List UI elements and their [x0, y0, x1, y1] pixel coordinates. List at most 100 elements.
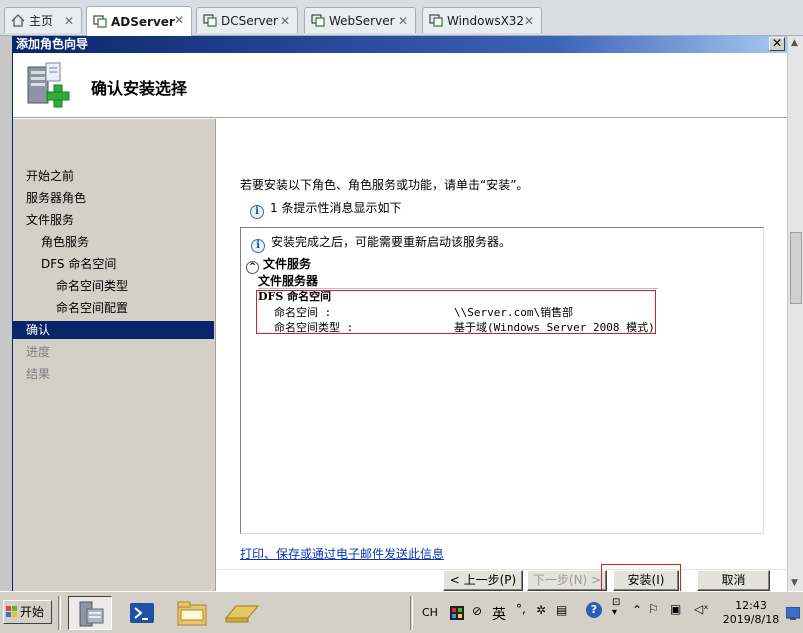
settings-icon[interactable]: ✲	[536, 603, 546, 617]
detail-row-namespace: 命名空间 : \\Server.com\销售部	[274, 304, 573, 320]
vm-icon	[429, 14, 443, 27]
detail-row-namespace-type: 命名空间类型 : 基于域(Windows Server 2008 模式)	[274, 319, 655, 335]
powershell-icon	[130, 603, 154, 623]
language-indicator[interactable]: CH	[422, 606, 438, 619]
wizard-nav: 开始之前 服务器角色 文件服务 角色服务 DFS 命名空间 命名空间类型 命名空…	[13, 119, 216, 591]
windows-logo-icon	[6, 606, 17, 617]
vm-tab-label: 主页	[29, 14, 54, 28]
show-hidden-icons-icon[interactable]: ⌃	[632, 603, 642, 617]
taskbar-app-powershell[interactable]	[120, 596, 164, 630]
info-icon: i	[251, 239, 265, 253]
wizard-button-bar: < 上一步(P) 下一步(N) > 安装(I) 取消	[217, 564, 788, 593]
restart-notice: i 安装完成之后，可能需要重新启动该服务器。	[251, 233, 511, 253]
vm-tab-label: DCServer	[221, 13, 278, 28]
close-icon[interactable]: ✕	[524, 14, 534, 28]
nav-item-server-roles[interactable]: 服务器角色	[13, 189, 214, 207]
clock-time: 12:43	[735, 599, 767, 612]
collapse-icon[interactable]: ^	[246, 261, 259, 274]
close-icon[interactable]: ✕	[280, 14, 290, 28]
vm-tab-label: WebServer	[329, 13, 395, 28]
nav-item-dfs-namespace[interactable]: DFS 命名空间	[13, 255, 214, 273]
tray-options-icon[interactable]: ⊡ ▾	[612, 598, 620, 618]
punctuation-icon[interactable]: °,	[516, 602, 526, 616]
cancel-button[interactable]: 取消	[697, 570, 770, 591]
taskbar-app-folder[interactable]	[220, 596, 264, 630]
role-header: 文件服务器	[258, 275, 658, 289]
vm-tab-dcserver[interactable]: DCServer ✕	[196, 7, 298, 33]
system-tray: CH ⊘ 英 °, ✲ ▤ ? ⊡ ▾ ⌃ ⚐ ▣ ◁ˣ 12:43 2019/8…	[414, 596, 803, 630]
keyboard-icon[interactable]: ▤	[556, 603, 567, 617]
intro-text: 若要安装以下角色、角色服务或功能，请单击“安装”。	[240, 178, 529, 192]
detail-key: 命名空间类型 :	[274, 321, 354, 334]
close-icon[interactable]: ✕	[64, 14, 74, 28]
print-save-email-link[interactable]: 打印、保存或通过电子邮件发送此信息	[240, 545, 444, 562]
action-center-flag-icon[interactable]: ⚐	[648, 602, 659, 616]
taskbar-divider	[58, 596, 61, 630]
block-icon[interactable]: ⊘	[472, 604, 482, 618]
start-label: 开始	[20, 605, 45, 619]
vm-tab-label: ADServer	[111, 14, 175, 29]
next-button: 下一步(N) >	[527, 570, 607, 591]
nav-item-role-services[interactable]: 角色服务	[13, 233, 214, 251]
window-titlebar[interactable]: 添加角色向导 ✕	[13, 36, 787, 53]
scroll-up-icon[interactable]: ▲	[791, 38, 798, 48]
taskbar-divider	[410, 596, 413, 630]
confirmation-details-panel[interactable]: i 安装完成之后，可能需要重新启动该服务器。 ^ 文件服务 文件服务器 DFS 命名…	[240, 227, 764, 534]
service-title: DFS 命名空间	[258, 290, 332, 303]
nav-item-progress: 进度	[26, 345, 51, 359]
show-desktop-icon[interactable]	[786, 607, 800, 621]
vm-tab-label: WindowsX32	[447, 13, 525, 28]
vm-icon	[203, 14, 217, 27]
section-file-services[interactable]: ^ 文件服务	[246, 255, 311, 274]
add-roles-wizard: 添加角色向导 ✕ 确认安装选择 开始之前 服务器角色 文件服务 角色服务 DFS…	[12, 36, 788, 593]
nav-item-file-services[interactable]: 文件服务	[13, 211, 214, 229]
vm-tab-adserver[interactable]: ADServer ✕	[86, 6, 192, 36]
clock-date: 2019/8/18	[722, 613, 780, 626]
vm-tab-home[interactable]: 主页 ✕	[4, 7, 82, 33]
server-manager-icon	[79, 601, 104, 627]
taskbar-app-server-manager[interactable]	[68, 596, 112, 630]
close-icon[interactable]: ✕	[398, 14, 408, 28]
folder-icon	[224, 605, 260, 623]
vm-tab-webserver[interactable]: WebServer ✕	[304, 7, 416, 33]
scroll-down-icon[interactable]: ▼	[791, 578, 798, 588]
section-title: 文件服务	[263, 257, 312, 271]
page-title: 确认安装选择	[91, 79, 188, 98]
detail-value: 基于域(Windows Server 2008 模式)	[454, 321, 655, 334]
scroll-thumb[interactable]	[790, 232, 802, 304]
ime-mode-text[interactable]: 英	[492, 604, 506, 624]
nav-item-before-you-begin[interactable]: 开始之前	[13, 167, 214, 185]
close-icon[interactable]: ✕	[174, 13, 184, 27]
help-icon[interactable]: ?	[586, 602, 602, 618]
nav-item-results: 结果	[26, 367, 51, 381]
nav-item-namespace-config[interactable]: 命名空间配置	[13, 299, 214, 317]
window-close-button[interactable]: ✕	[769, 37, 785, 51]
start-button[interactable]: 开始	[3, 600, 52, 624]
window-title: 添加角色向导	[16, 37, 89, 51]
info-summary: i 1 条提示性消息显示如下	[250, 199, 401, 219]
taskbar: 开始 CH ⊘ 英 °, ✲ ▤ ? ⊡ ▾ ⌃ ⚐ ▣ ◁ˣ 12:43 20…	[0, 591, 803, 633]
taskbar-app-explorer[interactable]	[170, 596, 214, 630]
clock[interactable]: 12:43 2019/8/18	[721, 599, 781, 627]
volume-muted-icon[interactable]: ◁ˣ	[694, 602, 709, 616]
wizard-content: 若要安装以下角色、角色服务或功能，请单击“安装”。 i1 条提示性消息显示如下 …	[217, 119, 788, 593]
previous-button[interactable]: < 上一步(P)	[443, 570, 523, 591]
home-icon	[11, 14, 25, 27]
explorer-icon	[177, 601, 207, 626]
ime-icon[interactable]	[450, 606, 464, 620]
vm-tab-windowsx32[interactable]: WindowsX32 ✕	[422, 7, 542, 33]
desktop-edge	[0, 36, 12, 591]
detail-key: 命名空间 :	[274, 306, 332, 319]
restart-notice-text: 安装完成之后，可能需要重新启动该服务器。	[271, 235, 512, 249]
info-summary-text: 1 条提示性消息显示如下	[270, 201, 402, 215]
vm-scrollbar[interactable]: ▲ ▼	[787, 36, 803, 591]
vm-icon	[93, 15, 107, 28]
info-icon: i	[250, 205, 264, 219]
vm-tab-strip: 主页 ✕ ADServer ✕ DCServer ✕ WebServer ✕ W…	[0, 0, 803, 36]
install-button[interactable]: 安装(I)	[613, 570, 679, 591]
server-role-add-icon	[27, 62, 70, 108]
wizard-header: 确认安装选择	[13, 53, 787, 118]
nav-item-confirmation[interactable]: 确认	[13, 321, 214, 339]
nav-item-namespace-type[interactable]: 命名空间类型	[13, 277, 214, 295]
network-icon[interactable]: ▣	[670, 602, 681, 616]
